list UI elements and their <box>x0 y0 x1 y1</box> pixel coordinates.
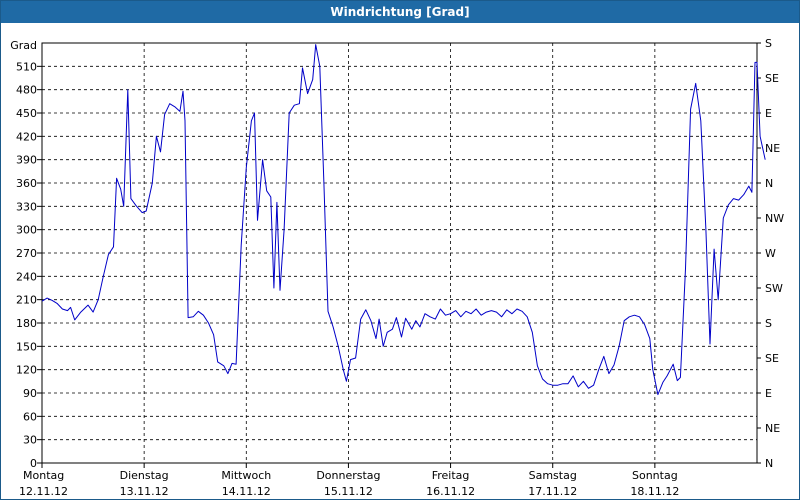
y-tick-label: 240 <box>16 270 37 283</box>
right-axis-label: E <box>765 387 772 400</box>
y-tick-label: 390 <box>16 154 37 167</box>
right-axis-label: NW <box>765 212 784 225</box>
x-day-label: Mittwoch <box>221 469 271 482</box>
x-date-label: 18.11.12 <box>630 485 679 498</box>
right-axis-label: NE <box>765 422 780 435</box>
y-tick-label: 90 <box>23 387 37 400</box>
right-axis-label: N <box>765 177 773 190</box>
right-axis-label: SE <box>765 352 779 365</box>
right-axis-label: NE <box>765 142 780 155</box>
y-tick-label: 120 <box>16 364 37 377</box>
y-tick-label: 450 <box>16 107 37 120</box>
x-day-label: Sonntag <box>632 469 678 482</box>
y-tick-label: 360 <box>16 177 37 190</box>
y-tick-label: 210 <box>16 294 37 307</box>
x-date-label: 12.11.12 <box>19 485 68 498</box>
y-tick-label: 300 <box>16 224 37 237</box>
right-axis-label: S <box>765 317 772 330</box>
right-axis-label: SE <box>765 72 779 85</box>
y-tick-label: 60 <box>23 410 37 423</box>
y-tick-label: 270 <box>16 247 37 260</box>
y-tick-label: 510 <box>16 60 37 73</box>
right-axis-label: N <box>765 457 773 470</box>
x-day-label: Montag <box>23 469 64 482</box>
y-axis-label: Grad <box>10 39 37 52</box>
y-tick-label: 420 <box>16 130 37 143</box>
x-date-label: 15.11.12 <box>324 485 373 498</box>
right-axis-label: W <box>765 247 776 260</box>
wind-direction-chart: 0306090120150180210240270300330360390420… <box>10 37 784 498</box>
chart-window: Windrichtung [Grad] 0 30 60 90 120 150 180 210 2… <box>0 0 800 500</box>
x-day-label: Samstag <box>529 469 577 482</box>
x-day-label: Dienstag <box>120 469 169 482</box>
x-date-label: 14.11.12 <box>222 485 271 498</box>
x-day-label: Donnerstag <box>316 469 380 482</box>
x-date-label: 16.11.12 <box>426 485 475 498</box>
x-date-label: 17.11.12 <box>528 485 577 498</box>
right-axis-label: S <box>765 37 772 50</box>
right-axis-label: E <box>765 107 772 120</box>
y-tick-label: 480 <box>16 84 37 97</box>
y-tick-label: 30 <box>23 434 37 447</box>
right-axis-label: SW <box>765 282 783 295</box>
y-tick-label: 150 <box>16 340 37 353</box>
y-tick-label: 180 <box>16 317 37 330</box>
x-date-label: 13.11.12 <box>120 485 169 498</box>
y-tick-label: 330 <box>16 200 37 213</box>
x-day-label: Freitag <box>432 469 470 482</box>
